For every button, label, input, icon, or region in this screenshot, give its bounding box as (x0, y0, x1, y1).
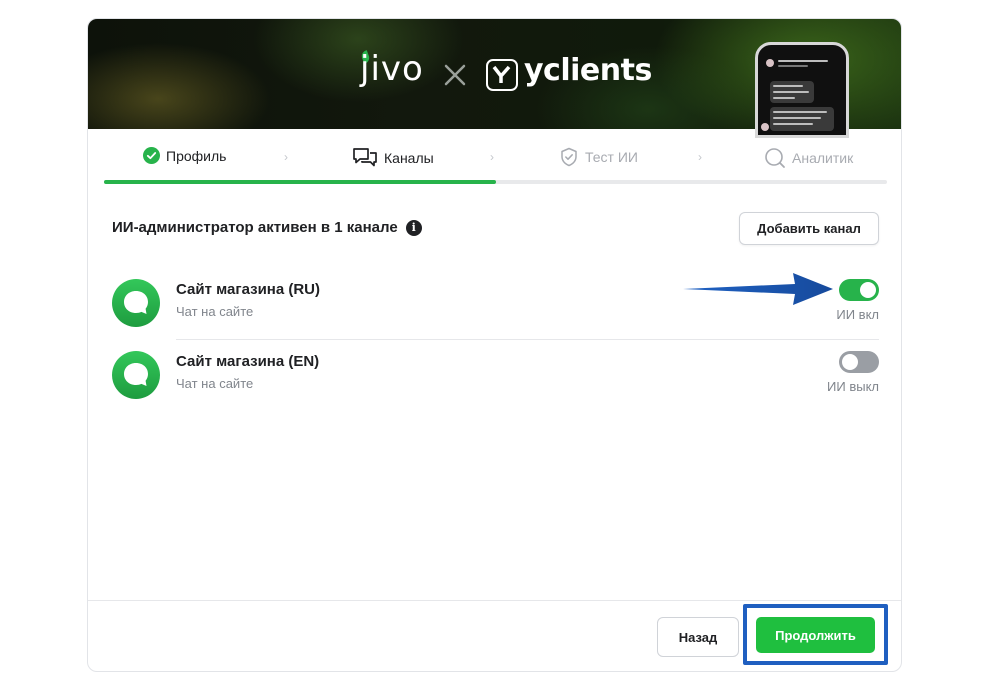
footer-divider (88, 600, 901, 601)
step-label: Тест ИИ (585, 149, 638, 165)
onboarding-card: jivo yclients Профиль › Каналы › Тест ИИ… (87, 18, 902, 672)
chevron-right-icon: › (698, 150, 702, 164)
check-circle-icon (143, 147, 160, 164)
channel-name: Сайт магазина (RU) (176, 281, 321, 298)
step-label: Профиль (166, 147, 227, 164)
back-button[interactable]: Назад (657, 617, 739, 657)
toggle-knob (842, 354, 858, 370)
chat-channel-icon (112, 351, 160, 399)
highlight-frame: Продолжить (743, 604, 888, 665)
phone-mockup-image (755, 42, 849, 138)
channel-row: Сайт магазина (EN) Чат на сайте ИИ выкл (112, 351, 879, 423)
progress-bar (104, 180, 887, 184)
toggle-knob (860, 282, 876, 298)
chevron-right-icon: › (284, 150, 288, 164)
ai-status-label: ИИ вкл (836, 307, 879, 322)
channel-name: Сайт магазина (EN) (176, 353, 320, 370)
divider (176, 339, 879, 340)
chat-bubbles-icon (353, 148, 377, 167)
arrow-annotation-icon (683, 273, 833, 305)
add-channel-button[interactable]: Добавить канал (739, 212, 879, 245)
step-label: Аналитик (792, 150, 854, 166)
section-title-text: ИИ-администратор активен в 1 канале (112, 219, 398, 236)
chat-channel-icon (112, 279, 160, 327)
step-profile[interactable]: Профиль (143, 147, 226, 164)
yclients-logo-icon (486, 59, 518, 91)
search-icon (765, 148, 785, 168)
info-icon[interactable]: i (405, 219, 422, 236)
step-ai-test[interactable]: Тест ИИ (559, 147, 638, 167)
section-title: ИИ-администратор активен в 1 канале i (112, 219, 422, 236)
chevron-right-icon: › (490, 150, 494, 164)
progress-fill (104, 180, 496, 184)
channel-type: Чат на сайте (176, 304, 254, 319)
ai-toggle[interactable] (839, 351, 879, 373)
cross-icon (444, 64, 466, 86)
ai-toggle[interactable] (839, 279, 879, 301)
jivo-logo: jivo (360, 49, 424, 89)
ai-status-label: ИИ выкл (827, 379, 879, 394)
channel-type: Чат на сайте (176, 376, 254, 391)
yclients-logo: yclients (524, 53, 652, 88)
step-channels[interactable]: Каналы (352, 147, 434, 169)
shield-check-icon (561, 147, 577, 167)
banner: jivo yclients (88, 19, 901, 138)
continue-button[interactable]: Продолжить (756, 617, 875, 653)
step-analytics[interactable]: Аналитик (764, 147, 853, 169)
step-label: Каналы (384, 150, 434, 166)
stepper: Профиль › Каналы › Тест ИИ › Аналитик (104, 129, 887, 184)
